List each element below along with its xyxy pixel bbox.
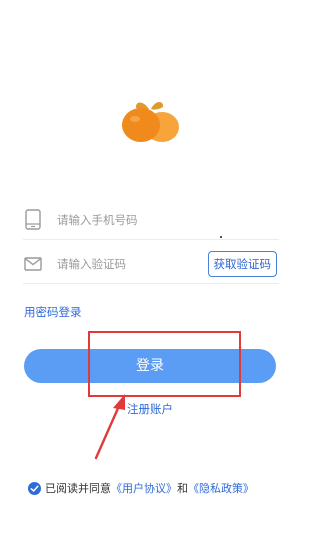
phone-field [23, 200, 279, 240]
annotation-highlight-box [88, 331, 241, 397]
agreement-row: 已阅读并同意《用户协议》和《隐私政策》 [28, 480, 254, 496]
app-logo [120, 96, 182, 146]
stray-dot [220, 236, 222, 238]
check-circle-icon[interactable] [28, 482, 41, 495]
code-divider [23, 283, 279, 284]
phone-input[interactable] [57, 200, 197, 240]
annotation-arrow [92, 392, 132, 462]
verification-code-input[interactable] [57, 244, 197, 284]
mail-icon [24, 252, 42, 276]
password-login-link[interactable]: 用密码登录 [24, 304, 82, 320]
phone-icon [24, 208, 42, 232]
agreement-prefix: 已阅读并同意 [45, 482, 111, 495]
verification-code-field: 获取验证码 [23, 244, 279, 284]
privacy-policy-link[interactable]: 《隐私政策》 [188, 482, 254, 495]
register-link[interactable]: 注册账户 [127, 401, 173, 417]
get-code-button[interactable]: 获取验证码 [207, 251, 277, 277]
agreement-and: 和 [177, 482, 188, 495]
phone-divider [23, 239, 279, 240]
user-agreement-link[interactable]: 《用户协议》 [111, 482, 177, 495]
